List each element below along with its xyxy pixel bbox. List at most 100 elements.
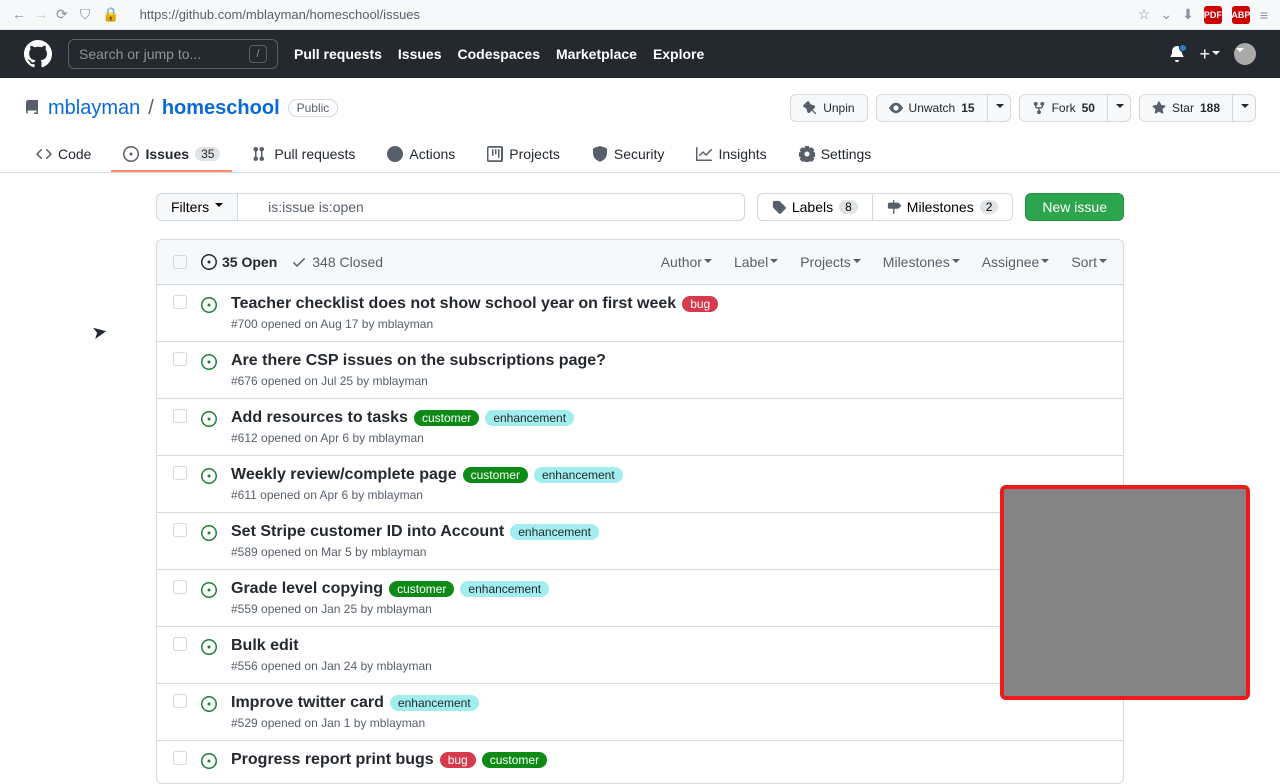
star-button[interactable]: Star 188	[1139, 94, 1232, 122]
milestones-button[interactable]: Milestones2	[872, 193, 1014, 221]
issue-title[interactable]: Set Stripe customer ID into Account	[231, 523, 504, 541]
issue-label[interactable]: enhancement	[485, 410, 574, 426]
issue-open-icon	[201, 254, 217, 270]
issue-label[interactable]: enhancement	[390, 695, 479, 711]
issue-checkbox[interactable]	[173, 352, 187, 366]
star-icon[interactable]: ☆	[1138, 6, 1151, 23]
issue-checkbox[interactable]	[173, 466, 187, 480]
repo-name-link[interactable]: homeschool	[162, 97, 280, 120]
issue-label[interactable]: bug	[682, 296, 718, 312]
tab-security[interactable]: Security	[580, 138, 677, 172]
filter-label[interactable]: Label	[734, 254, 778, 270]
filter-author[interactable]: Author	[661, 254, 712, 270]
pr-icon	[252, 146, 268, 162]
topnav-links: Pull requests Issues Codespaces Marketpl…	[294, 46, 704, 62]
tab-actions[interactable]: Actions	[375, 138, 467, 172]
new-issue-button[interactable]: New issue	[1025, 193, 1124, 221]
notifications-icon[interactable]	[1169, 46, 1185, 62]
download-icon[interactable]: ⬇	[1182, 6, 1194, 23]
issue-label[interactable]: customer	[414, 410, 479, 426]
issue-open-icon	[201, 525, 217, 559]
issue-checkbox[interactable]	[173, 694, 187, 708]
issue-row[interactable]: Are there CSP issues on the subscription…	[157, 342, 1123, 399]
issue-label[interactable]: enhancement	[460, 581, 549, 597]
repo-owner-link[interactable]: mblayman	[48, 97, 140, 120]
user-avatar[interactable]	[1234, 43, 1256, 65]
ext-pdf-icon[interactable]: PDF	[1204, 6, 1222, 24]
url-bar[interactable]: https://github.com/mblayman/homeschool/i…	[140, 7, 420, 22]
issue-row[interactable]: Add resources to tasks customer enhancemen…	[157, 399, 1123, 456]
fork-count: 50	[1082, 101, 1095, 115]
filter-projects[interactable]: Projects	[800, 254, 861, 270]
issue-row[interactable]: Grade level copyingcustomerenhancement #…	[157, 570, 1123, 627]
issue-label[interactable]: customer	[389, 581, 454, 597]
issue-checkbox[interactable]	[173, 580, 187, 594]
shield-icon[interactable]: ⛉	[80, 6, 91, 23]
issue-checkbox[interactable]	[173, 295, 187, 309]
filters-button[interactable]: Filters	[156, 193, 238, 221]
nav-explore[interactable]: Explore	[653, 46, 704, 62]
fork-menu-caret[interactable]	[1107, 94, 1131, 122]
unpin-button[interactable]: Unpin	[790, 94, 867, 122]
issue-checkbox[interactable]	[173, 523, 187, 537]
tab-insights[interactable]: Insights	[684, 138, 778, 172]
watch-menu-caret[interactable]	[987, 94, 1011, 122]
issue-row[interactable]: Improve twitter cardenhancement #529 ope…	[157, 684, 1123, 741]
filter-sort[interactable]: Sort	[1071, 254, 1107, 270]
issue-label[interactable]: bug	[440, 752, 476, 768]
forward-icon[interactable]: →	[34, 6, 48, 23]
fork-icon	[1032, 101, 1046, 115]
closed-filter[interactable]: 348 Closed	[291, 254, 383, 270]
webcam-overlay	[1000, 485, 1250, 700]
issue-title[interactable]: Progress report print bugs	[231, 751, 434, 769]
issue-checkbox[interactable]	[173, 637, 187, 651]
issue-row[interactable]: Teacher checklist does not show school y…	[157, 285, 1123, 342]
issue-row[interactable]: Weekly review/complete page customer enhan…	[157, 456, 1123, 513]
tab-issues[interactable]: Issues35	[111, 138, 232, 172]
menu-icon[interactable]: ≡	[1260, 7, 1268, 23]
issue-title[interactable]: Add resources to tasks	[231, 409, 408, 427]
issue-label[interactable]: enhancement	[510, 524, 599, 540]
issues-search-input[interactable]	[238, 193, 745, 221]
issue-label[interactable]: customer	[463, 467, 528, 483]
issue-title[interactable]: Weekly review/complete page	[231, 466, 457, 484]
pocket-icon[interactable]: ⌄	[1160, 6, 1172, 23]
issue-title[interactable]: Improve twitter card	[231, 694, 384, 712]
issue-label[interactable]: customer	[482, 752, 547, 768]
ext-abp-icon[interactable]: ABP	[1232, 6, 1250, 24]
star-menu-caret[interactable]	[1232, 94, 1256, 122]
github-logo-icon[interactable]	[24, 40, 52, 68]
nav-issues[interactable]: Issues	[398, 46, 442, 62]
global-search-input[interactable]: Search or jump to... /	[68, 39, 278, 69]
nav-codespaces[interactable]: Codespaces	[458, 46, 540, 62]
issue-title[interactable]: Teacher checklist does not show school y…	[231, 295, 676, 313]
shield-icon	[592, 146, 608, 162]
filter-milestones[interactable]: Milestones	[883, 254, 960, 270]
nav-pulls[interactable]: Pull requests	[294, 46, 382, 62]
filter-assignee[interactable]: Assignee	[982, 254, 1050, 270]
tab-projects[interactable]: Projects	[475, 138, 572, 172]
issue-checkbox[interactable]	[173, 751, 187, 765]
issue-title[interactable]: Grade level copying	[231, 580, 383, 598]
nav-marketplace[interactable]: Marketplace	[556, 46, 637, 62]
tab-code[interactable]: Code	[24, 138, 103, 172]
add-menu-icon[interactable]: +	[1199, 44, 1220, 65]
open-filter[interactable]: 35 Open	[201, 254, 277, 270]
issue-open-icon	[201, 696, 217, 730]
issue-title[interactable]: Bulk edit	[231, 637, 299, 655]
issue-row[interactable]: Bulk edit #556 opened on Jan 24 by mblay…	[157, 627, 1123, 684]
issue-label[interactable]: enhancement	[534, 467, 623, 483]
select-all-checkbox[interactable]	[173, 255, 187, 269]
tab-settings[interactable]: Settings	[787, 138, 884, 172]
reload-icon[interactable]: ⟳	[56, 6, 68, 23]
unwatch-button[interactable]: Unwatch 15	[876, 94, 987, 122]
labels-button[interactable]: Labels8	[757, 193, 872, 221]
issue-checkbox[interactable]	[173, 409, 187, 423]
issue-row[interactable]: Set Stripe customer ID into Account enhan…	[157, 513, 1123, 570]
issue-title[interactable]: Are there CSP issues on the subscription…	[231, 352, 606, 370]
issue-open-icon	[201, 468, 217, 502]
tab-pulls[interactable]: Pull requests	[240, 138, 367, 172]
issue-row[interactable]: Progress report print bugs bug customer	[157, 741, 1123, 783]
fork-button[interactable]: Fork 50	[1019, 94, 1107, 122]
back-icon[interactable]: ←	[12, 6, 26, 23]
